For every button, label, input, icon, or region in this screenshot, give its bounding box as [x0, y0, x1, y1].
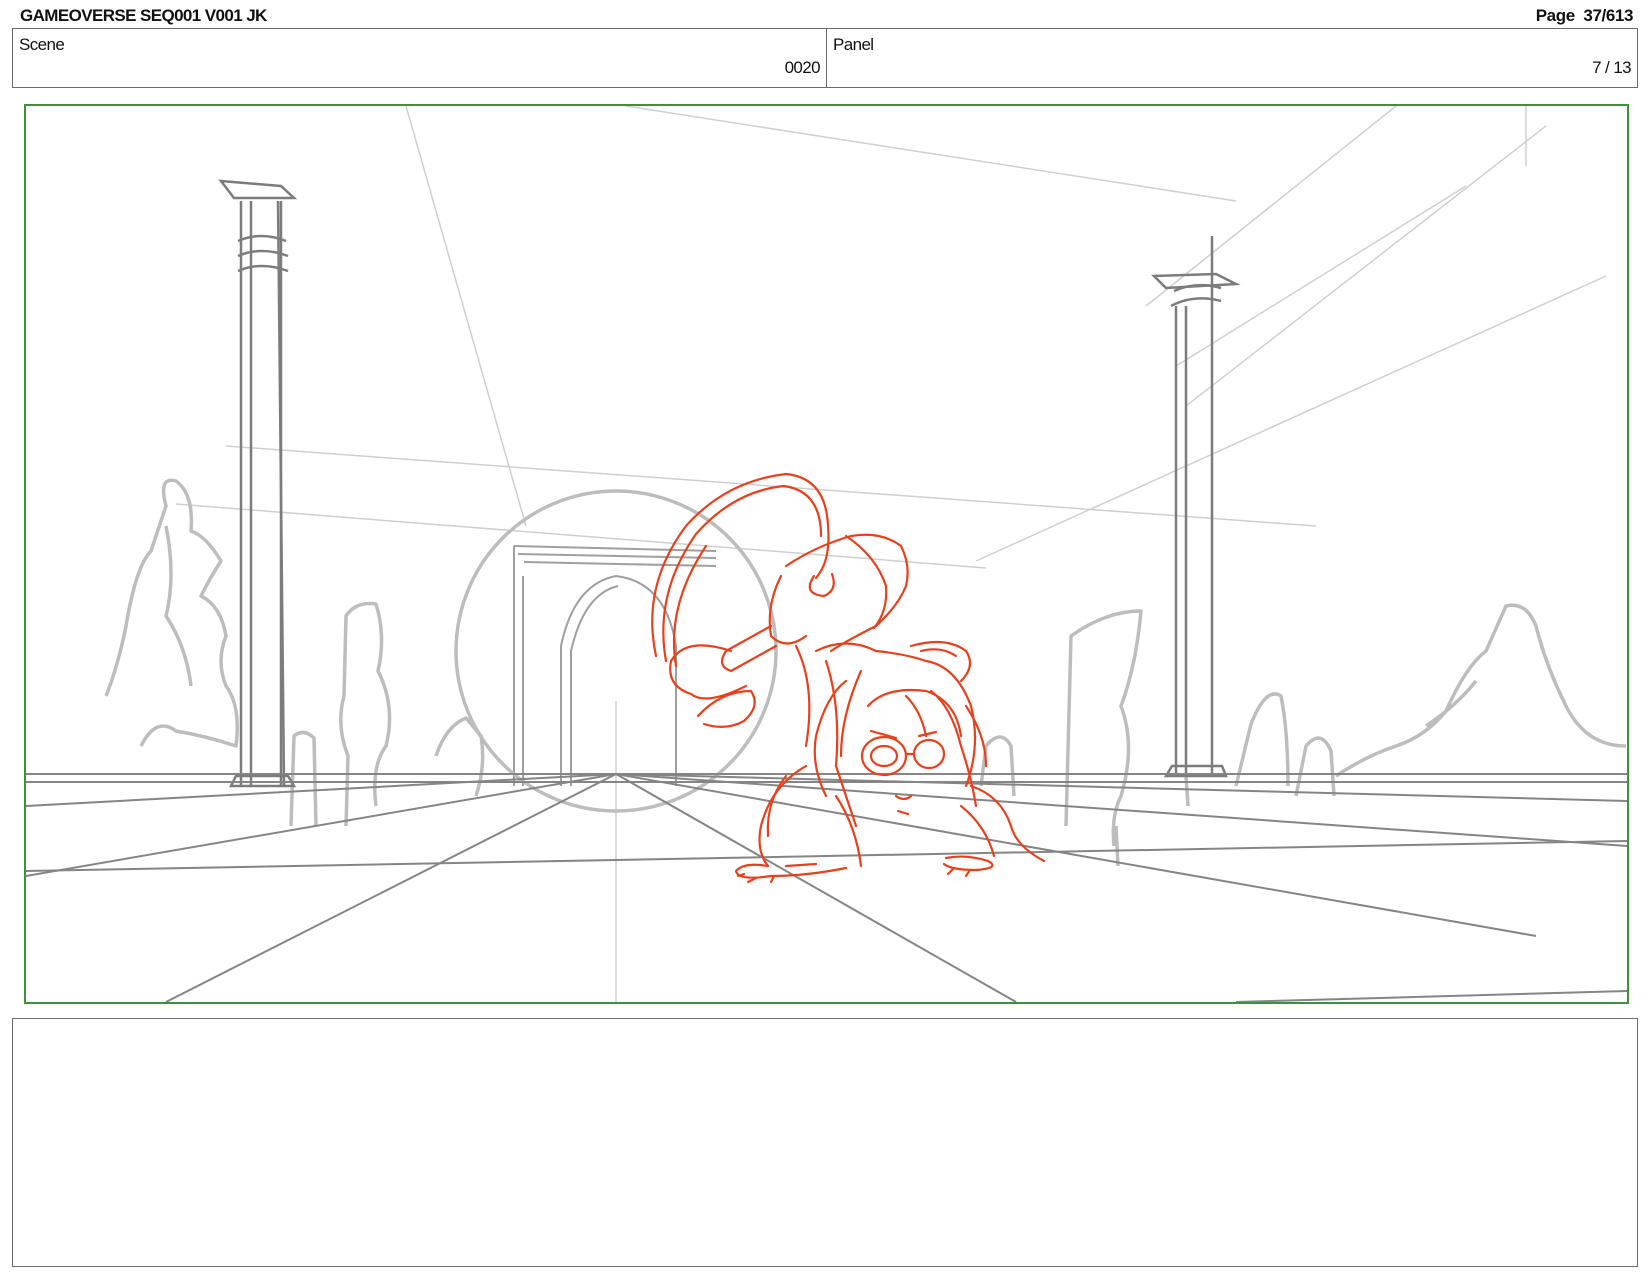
scene-label: Scene [19, 35, 65, 54]
panel-label: Panel [833, 35, 874, 54]
panel-cell: Panel 7 / 13 [827, 29, 1637, 87]
floor-perspective [26, 773, 1627, 1002]
character-sketch [651, 472, 1046, 884]
panel-number: 7 / 13 [1592, 58, 1632, 77]
scene-number: 0020 [784, 58, 821, 77]
panel-notes-box [12, 1018, 1638, 1267]
scene-cell: Scene 0020 [13, 29, 827, 87]
document-title: GAMEOVERSE SEQ001 V001 JK [20, 6, 267, 25]
scene-panel-info-bar: Scene 0020 Panel 7 / 13 [12, 28, 1638, 88]
storyboard-sketch [26, 106, 1627, 1002]
perspective-guides [175, 106, 1607, 1002]
storyboard-frame [24, 104, 1629, 1004]
page-number: Page 37/613 [1535, 6, 1634, 25]
rock-formations [104, 478, 1627, 867]
